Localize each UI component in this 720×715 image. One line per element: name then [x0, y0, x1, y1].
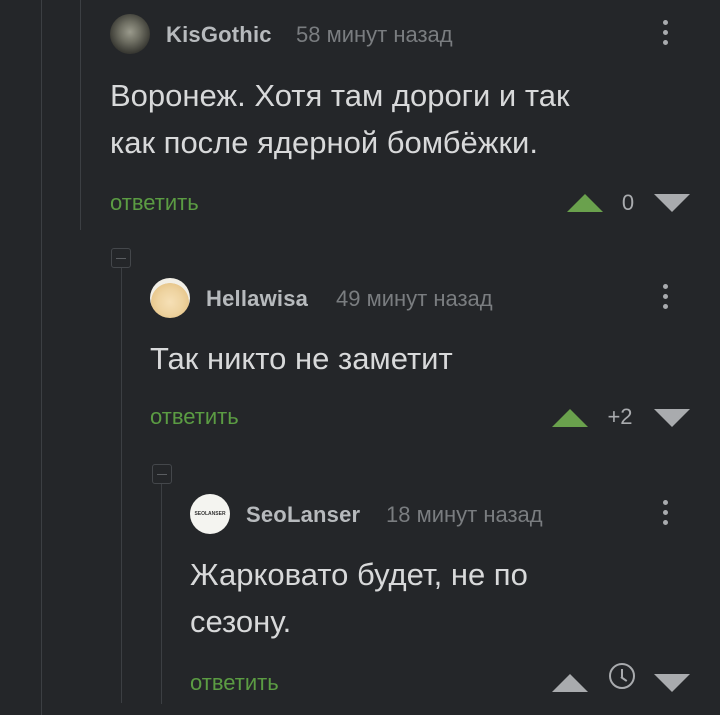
author-name[interactable]: SeoLanser — [246, 502, 360, 528]
thread-line — [41, 0, 42, 715]
reply-button[interactable]: ответить — [190, 670, 279, 696]
comment-time: 18 минут назад — [386, 502, 543, 527]
rating-value: +2 — [607, 404, 633, 429]
comment-text: Воронеж. Хотя там дороги и так как после… — [110, 78, 570, 160]
comment-header: SEOLANSER SeoLanser 18 минут назад — [190, 494, 720, 534]
rating-value: 0 — [621, 190, 635, 215]
vote-up-icon[interactable] — [567, 194, 603, 212]
clock-icon — [609, 663, 635, 689]
thread-line — [121, 268, 122, 703]
avatar[interactable] — [110, 14, 150, 54]
thread-line — [161, 484, 162, 704]
comment-text: Жарковато будет, не по сезону. — [190, 557, 528, 639]
more-menu-icon[interactable] — [655, 280, 675, 316]
comment-header: Hellawisa 49 минут назад — [150, 278, 720, 318]
more-menu-icon[interactable] — [655, 16, 675, 52]
vote-down-icon[interactable] — [654, 194, 690, 212]
collapse-thread-button[interactable] — [111, 248, 131, 268]
author-name[interactable]: KisGothic — [166, 22, 272, 48]
collapse-thread-button[interactable] — [152, 464, 172, 484]
comment-text: Так никто не заметит — [150, 341, 453, 376]
vote-down-icon[interactable] — [654, 409, 690, 427]
reply-button[interactable]: ответить — [150, 404, 239, 430]
vote-up-icon[interactable] — [552, 674, 588, 692]
more-menu-icon[interactable] — [655, 496, 675, 532]
reply-button[interactable]: ответить — [110, 190, 199, 216]
comment: KisGothic 58 минут назад Воронеж. Хотя т… — [110, 14, 720, 224]
vote-up-icon[interactable] — [552, 409, 588, 427]
comment-header: KisGothic 58 минут назад — [110, 14, 720, 54]
vote-down-icon[interactable] — [654, 674, 690, 692]
comment-time: 58 минут назад — [296, 22, 453, 47]
comment: SEOLANSER SeoLanser 18 минут назад Жарко… — [190, 494, 720, 704]
thread-line — [80, 0, 81, 230]
author-name[interactable]: Hellawisa — [206, 286, 308, 312]
avatar[interactable]: SEOLANSER — [190, 494, 230, 534]
avatar-logo-text: SEOLANSER — [194, 511, 226, 517]
avatar[interactable] — [150, 278, 190, 318]
comment-time: 49 минут назад — [336, 286, 493, 311]
comment: Hellawisa 49 минут назад Так никто не за… — [150, 278, 720, 438]
